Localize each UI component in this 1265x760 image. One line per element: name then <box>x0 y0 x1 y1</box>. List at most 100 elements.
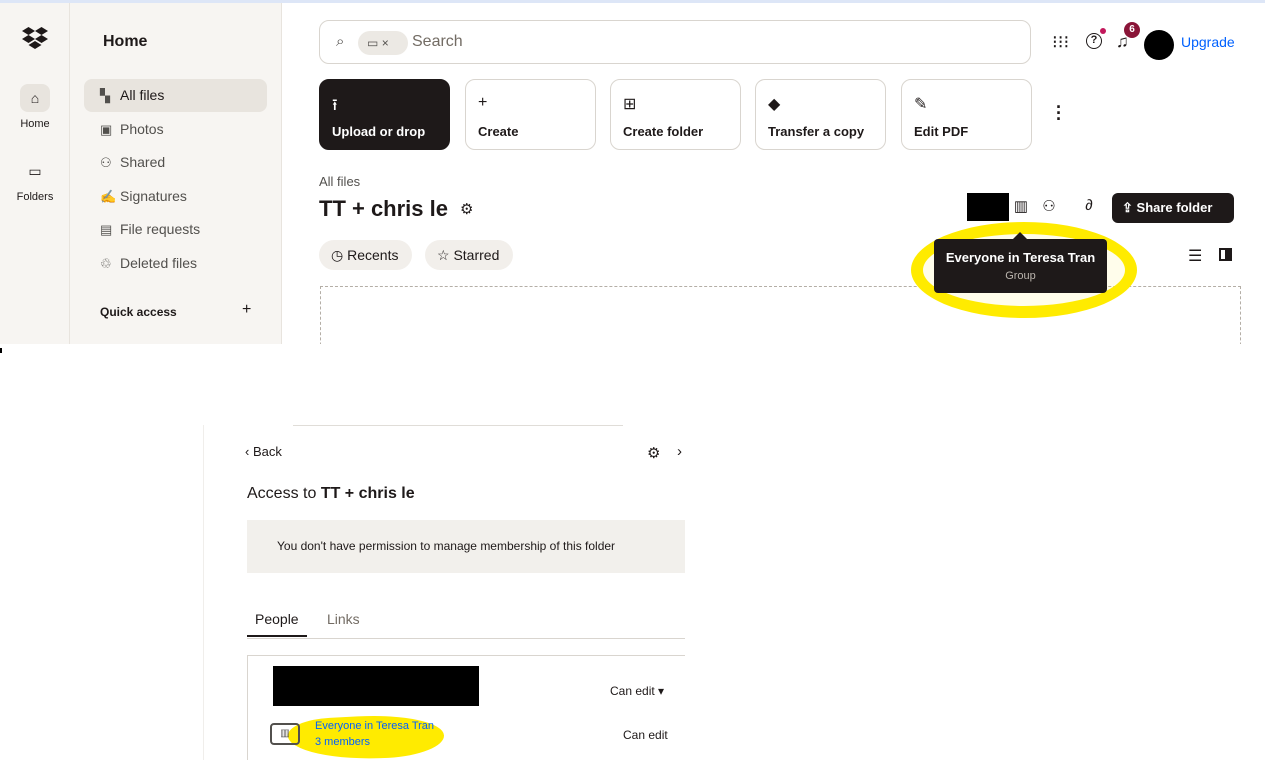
info-panel-toggle-icon[interactable] <box>1219 248 1232 261</box>
rail-folders-label: Folders <box>16 191 54 203</box>
permission-notice: You don't have permission to manage memb… <box>247 520 685 573</box>
settings-gear-icon[interactable]: ⚙ <box>647 444 660 462</box>
all-files-icon: ▚ <box>100 88 110 103</box>
create-button[interactable]: + Create <box>465 79 596 150</box>
breadcrumb[interactable]: All files <box>319 174 360 189</box>
sidebar: Home ▚ All files ▣ Photos ⚇ Shared ✍ Signatu… <box>70 3 282 344</box>
help-indicator-dot <box>1100 28 1106 34</box>
access-panel-screenshot: ‹ Back ⚙ › Access to TT + chris le You d… <box>203 425 685 760</box>
search-placeholder: Search <box>412 33 463 50</box>
recents-filter-button[interactable]: ◷ Recents <box>319 240 413 270</box>
members-icon[interactable]: ⚇ <box>1038 197 1060 215</box>
redacted-member-name <box>273 666 479 706</box>
tab-people[interactable]: People <box>255 611 299 627</box>
folder-settings-gear-icon[interactable]: ⚙ <box>460 200 473 218</box>
member-permission-dropdown[interactable]: Can edit ▾ <box>610 684 664 698</box>
tab-links[interactable]: Links <box>327 611 360 627</box>
trash-icon: ♲ <box>100 256 112 271</box>
sidebar-item-all-files[interactable]: ▚ All files <box>84 79 267 112</box>
group-tooltip: Everyone in Teresa Tran Group <box>934 232 1107 293</box>
sidebar-item-file-requests[interactable]: ▤ File requests <box>84 213 267 246</box>
access-prefix: Access to <box>247 485 321 502</box>
folder-filter-chip[interactable]: ▭ × <box>358 31 408 55</box>
group-building-icon: ▥ <box>270 723 300 745</box>
photos-icon: ▣ <box>100 122 113 137</box>
sidebar-item-label: All files <box>120 87 165 103</box>
transfer-copy-button[interactable]: ◆ Transfer a copy <box>755 79 886 150</box>
redacted-avatar-block <box>967 193 1009 221</box>
create-folder-label: Create folder <box>623 124 704 139</box>
group-permission: Can edit <box>623 728 668 742</box>
share-folder-label: Share folder <box>1136 200 1213 215</box>
edit-pdf-icon: ✎ <box>914 96 928 113</box>
starred-label: Starred <box>453 247 500 263</box>
sidebar-item-label: Shared <box>120 154 166 170</box>
page-title: TT + chris le <box>319 196 448 221</box>
group-member-count: 3 members <box>315 736 371 748</box>
rail-folders-button[interactable]: ▭ Folders <box>0 157 70 203</box>
create-folder-icon: ⊞ <box>623 96 637 113</box>
shared-icon: ⚇ <box>100 155 112 170</box>
star-icon: ☆ <box>437 247 450 263</box>
recents-label: Recents <box>347 247 399 263</box>
sidebar-item-signatures[interactable]: ✍ Signatures <box>84 180 267 213</box>
sidebar-title: Home <box>103 33 148 50</box>
sidebar-item-label: File requests <box>120 221 201 237</box>
transfer-copy-label: Transfer a copy <box>768 124 865 139</box>
upload-button[interactable]: ⭱ Upload or drop <box>319 79 450 150</box>
file-requests-icon: ▤ <box>100 222 113 237</box>
more-options-icon[interactable]: · · · <box>1054 98 1064 128</box>
folders-icon: ▭ <box>28 163 42 179</box>
chevron-right-icon[interactable]: › <box>677 443 682 460</box>
share-folder-button[interactable]: ⇪ Share folder <box>1112 193 1234 223</box>
back-label: Back <box>252 444 282 459</box>
rail-home-label: Home <box>20 118 50 130</box>
back-button[interactable]: ‹ Back <box>245 444 282 459</box>
plus-icon: + <box>478 94 488 111</box>
chevron-left-icon: ‹ <box>245 444 250 459</box>
dropbox-top-screenshot: ⌂ Home ▭ Folders Home ▚ All files ▣ Photos… <box>0 0 1265 344</box>
sidebar-item-label: Signatures <box>120 188 187 204</box>
transfer-icon: ◆ <box>768 96 781 113</box>
quick-access-add-button[interactable]: + <box>242 301 251 319</box>
active-tab-indicator <box>247 635 307 637</box>
help-icon[interactable]: ? <box>1086 33 1102 49</box>
sidebar-item-label: Deleted files <box>120 255 198 271</box>
share-icon: ⇪ <box>1122 200 1133 215</box>
signatures-icon: ✍ <box>100 189 117 204</box>
sidebar-item-photos[interactable]: ▣ Photos <box>84 113 267 146</box>
sidebar-item-shared[interactable]: ⚇ Shared <box>84 146 267 179</box>
search-icon: ⌕ <box>336 33 345 50</box>
upload-label: Upload or drop <box>332 124 426 139</box>
rail-home-button[interactable]: ⌂ Home <box>0 84 70 130</box>
divider <box>203 425 204 760</box>
app-grid-icon[interactable]: ⁝⁝⁝ <box>1052 32 1069 53</box>
tab-divider <box>247 638 685 639</box>
sidebar-item-deleted-files[interactable]: ♲ Deleted files <box>84 247 267 280</box>
dropbox-logo-icon[interactable] <box>22 27 48 49</box>
tooltip-subtitle: Group <box>1005 270 1036 282</box>
list-view-icon[interactable]: ☰ <box>1188 246 1202 266</box>
folder-icon: ▭ <box>367 36 379 50</box>
search-input[interactable]: ⌕ ▭ × Search <box>319 20 1031 64</box>
group-building-icon[interactable]: ▥ <box>1010 197 1032 215</box>
create-folder-button[interactable]: ⊞ Create folder <box>610 79 741 150</box>
edit-pdf-button[interactable]: ✎ Edit PDF <box>901 79 1032 150</box>
upgrade-link[interactable]: Upgrade <box>1181 34 1235 50</box>
avatar[interactable] <box>1144 30 1174 60</box>
edit-pdf-label: Edit PDF <box>914 124 969 139</box>
chip-close-icon[interactable]: × <box>382 36 389 50</box>
create-label: Create <box>478 124 519 139</box>
copy-link-icon[interactable]: ∂ <box>1078 197 1100 214</box>
stray-mark <box>0 348 2 353</box>
starred-filter-button[interactable]: ☆ Starred <box>425 240 514 270</box>
access-folder-name: TT + chris le <box>320 485 415 502</box>
quick-access-heading[interactable]: Quick access <box>100 305 177 319</box>
group-member-name[interactable]: Everyone in Teresa Tran <box>315 720 434 732</box>
sidebar-item-label: Photos <box>120 121 164 137</box>
home-icon: ⌂ <box>20 84 50 112</box>
members-list: Can edit ▾ ▥ Everyone in Teresa Tran 3 m… <box>247 655 685 760</box>
tooltip-title: Everyone in Teresa Tran <box>945 250 1096 265</box>
clock-icon: ◷ <box>331 247 344 263</box>
upload-icon: ⭱ <box>332 97 338 114</box>
